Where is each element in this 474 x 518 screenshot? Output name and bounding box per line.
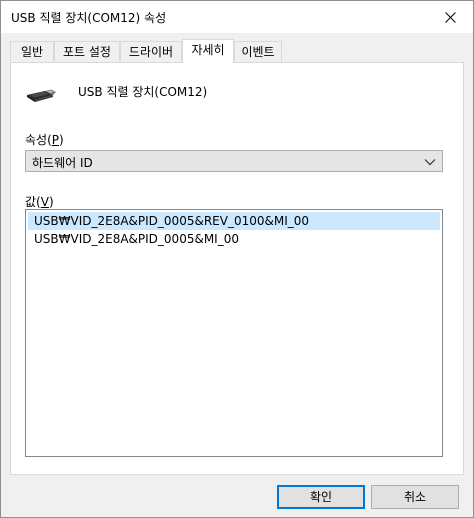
title-bar[interactable]: USB 직렬 장치(COM12) 속성	[1, 1, 473, 33]
tab-driver[interactable]: 드라이버	[120, 41, 182, 61]
tab-port-settings[interactable]: 포트 설정	[54, 41, 120, 61]
property-selected-value: 하드웨어 ID	[32, 156, 93, 170]
close-button[interactable]	[427, 1, 473, 33]
chevron-down-icon	[424, 159, 436, 166]
tab-label: 드라이버	[128, 45, 174, 59]
tab-events[interactable]: 이벤트	[234, 41, 282, 61]
usb-plug-icon	[27, 89, 56, 102]
tab-label: 포트 설정	[63, 45, 111, 59]
ok-button[interactable]: 확인	[277, 485, 365, 509]
property-label: 속성(P)	[25, 133, 64, 147]
accesskey: P	[51, 133, 60, 147]
tab-details[interactable]: 자세히	[182, 39, 234, 63]
device-name: USB 직렬 장치(COM12)	[78, 85, 208, 99]
list-item[interactable]: USB₩VID_2E8A&PID_0005&REV_0100&MI_00	[28, 212, 440, 230]
properties-dialog: USB 직렬 장치(COM12) 속성 일반 포트 설정 드라이버 자세히 이벤…	[0, 0, 474, 518]
tab-label: 일반	[20, 45, 44, 59]
tab-general[interactable]: 일반	[10, 41, 54, 61]
value-list[interactable]: USB₩VID_2E8A&PID_0005&REV_0100&MI_00 USB…	[25, 209, 443, 457]
window-title: USB 직렬 장치(COM12) 속성	[11, 11, 167, 25]
tab-label: 자세히	[191, 43, 225, 57]
cancel-button[interactable]: 취소	[371, 485, 459, 509]
accesskey: V	[40, 195, 49, 209]
property-dropdown[interactable]: 하드웨어 ID	[25, 150, 443, 172]
close-icon	[444, 11, 456, 23]
value-label: 값(V)	[25, 195, 54, 209]
details-panel: USB 직렬 장치(COM12) 속성(P) 하드웨어 ID 값(V) USB₩…	[10, 62, 464, 475]
list-item[interactable]: USB₩VID_2E8A&PID_0005&MI_00	[28, 230, 440, 248]
tab-label: 이벤트	[241, 45, 275, 59]
